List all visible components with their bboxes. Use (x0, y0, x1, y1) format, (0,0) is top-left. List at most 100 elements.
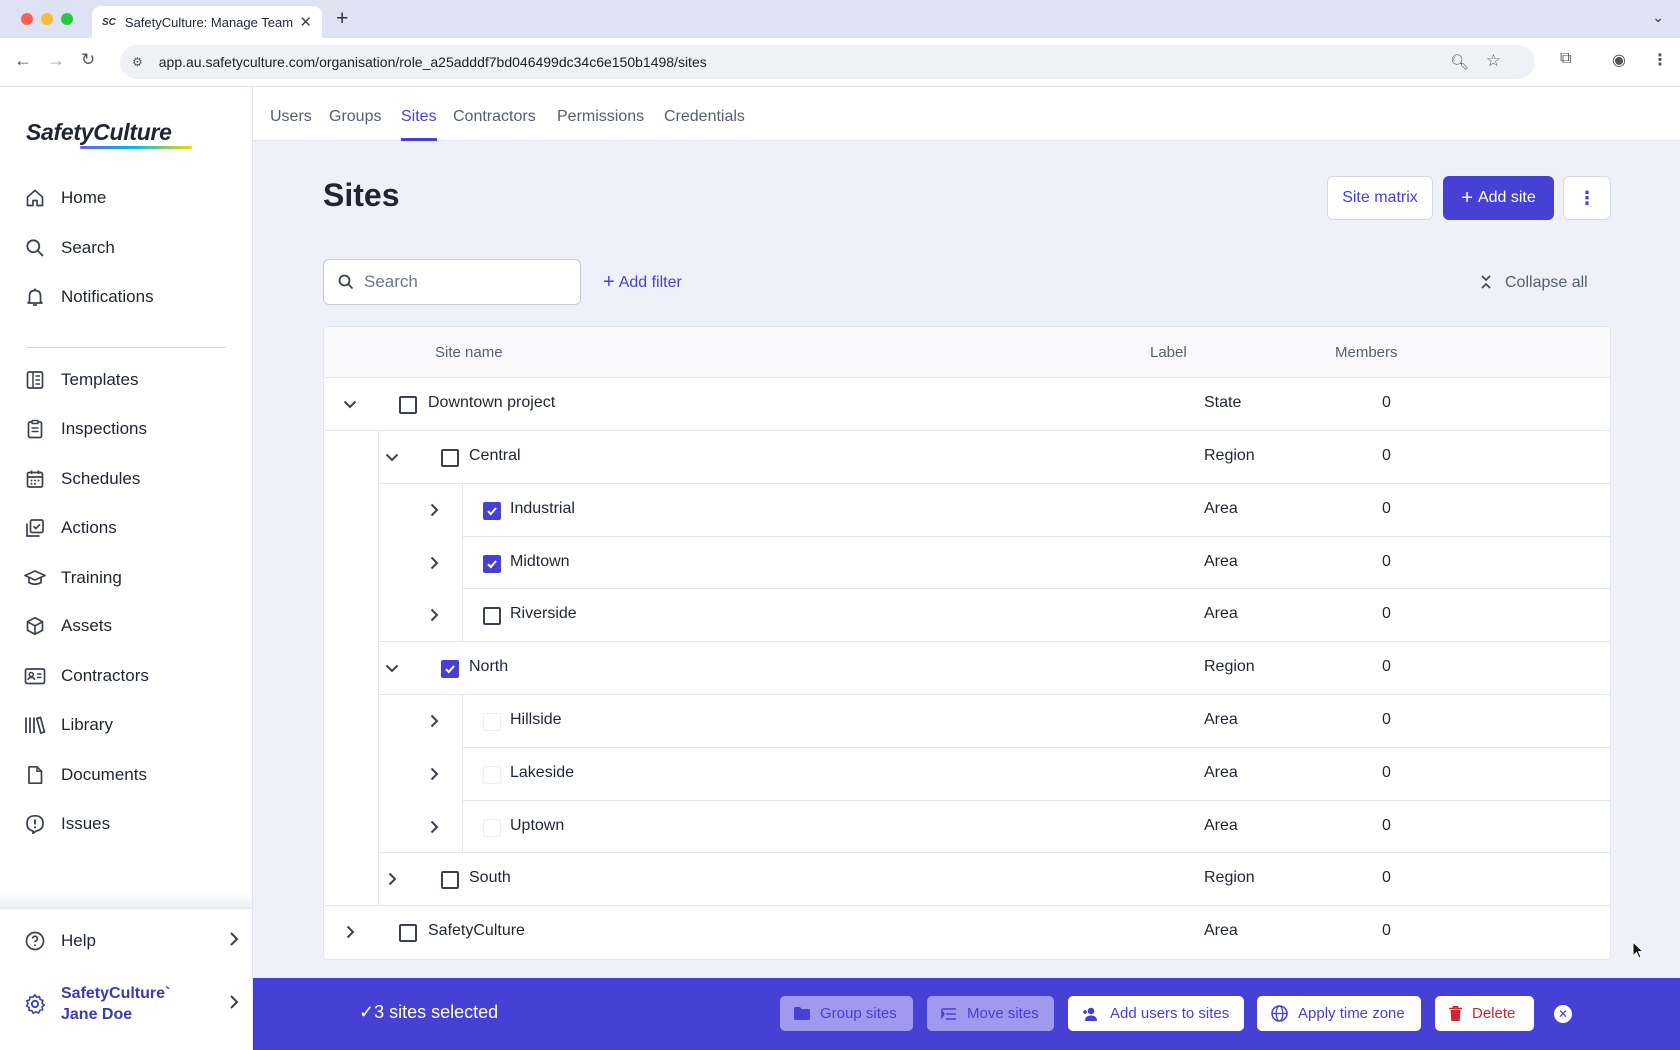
sidebar-item-issues[interactable]: Issues (24, 810, 110, 838)
reload-icon[interactable]: ↻ (81, 50, 95, 70)
sidebar-item-inspections[interactable]: Inspections (24, 415, 147, 443)
close-window-button[interactable] (21, 13, 33, 25)
site-name[interactable]: Lakeside (510, 764, 574, 782)
site-name[interactable]: Uptown (510, 817, 564, 835)
table-row[interactable]: North Region 0 (324, 642, 1610, 695)
row-checkbox-safetyculture[interactable] (399, 924, 417, 942)
new-tab-icon[interactable]: + (336, 7, 348, 31)
logo-underline (80, 146, 192, 149)
close-tab-icon[interactable]: ✕ (299, 13, 312, 31)
site-name[interactable]: Industrial (510, 500, 575, 518)
add-users-to-sites-button[interactable]: Add users to sites (1068, 996, 1244, 1031)
sidebar-item-home[interactable]: Home (24, 184, 106, 212)
table-row[interactable]: Central Region 0 (324, 431, 1610, 484)
url-field[interactable]: ⚙ app.au.safetyculture.com/organisation/… (120, 45, 1535, 79)
chevron-down-icon[interactable] (383, 659, 401, 677)
site-info-icon[interactable]: ⚙ (132, 55, 143, 69)
tab-groups[interactable]: Groups (329, 108, 381, 126)
tab-users[interactable]: Users (270, 108, 312, 126)
profile-icon[interactable]: ◉ (1612, 50, 1626, 70)
table-row[interactable]: Industrial Area 0 (324, 484, 1610, 537)
table-row[interactable]: Riverside Area 0 (324, 589, 1610, 642)
chevron-right-icon[interactable] (425, 765, 443, 783)
browser-tab[interactable]: SC SafetyCulture: Manage Teams ✕ (92, 6, 322, 38)
chevron-right-icon[interactable] (425, 501, 443, 519)
chevron-down-icon[interactable] (341, 395, 359, 413)
minimize-window-button[interactable] (41, 13, 53, 25)
table-row[interactable]: SafetyCulture Area 0 (324, 906, 1610, 959)
clear-selection-icon[interactable]: ✕ (1554, 1005, 1572, 1023)
tab-sites[interactable]: Sites (401, 108, 437, 126)
logo[interactable]: SafetyCulture (26, 119, 172, 146)
sidebar-item-help[interactable]: Help (24, 927, 239, 955)
row-checkbox-lakeside[interactable] (483, 766, 501, 784)
site-name[interactable]: Midtown (510, 553, 570, 571)
apply-time-zone-button[interactable]: Apply time zone (1257, 996, 1421, 1031)
chevron-right-icon[interactable] (425, 818, 443, 836)
row-checkbox-north[interactable] (441, 660, 459, 678)
chevron-right-icon[interactable] (425, 554, 443, 572)
tab-credentials[interactable]: Credentials (664, 108, 745, 126)
site-name[interactable]: Hillside (510, 711, 562, 729)
table-row[interactable]: Hillside Area 0 (324, 695, 1610, 748)
collapse-all-button[interactable]: Collapse all (1481, 274, 1588, 292)
more-options-button[interactable]: ⋮ (1563, 176, 1611, 220)
chevron-right-icon[interactable] (341, 923, 359, 941)
sidebar-item-actions[interactable]: Actions (24, 514, 117, 542)
sidebar-item-assets[interactable]: Assets (24, 612, 112, 640)
row-checkbox-riverside[interactable] (483, 607, 501, 625)
table-row[interactable]: Uptown Area 0 (324, 801, 1610, 853)
sidebar-item-contractors[interactable]: Contractors (24, 662, 149, 690)
tab-permissions[interactable]: Permissions (557, 108, 644, 126)
chevron-down-icon[interactable] (383, 448, 401, 466)
zoom-icon[interactable]: 🔍︎ (1450, 53, 1469, 71)
table-row[interactable]: South Region 0 (324, 853, 1610, 906)
maximize-window-button[interactable] (61, 13, 73, 25)
table-row[interactable]: Lakeside Area 0 (324, 748, 1610, 801)
row-checkbox-downtown-project[interactable] (399, 396, 417, 414)
row-checkbox-uptown[interactable] (483, 819, 501, 837)
add-user-icon (1082, 1007, 1100, 1021)
chevron-right-icon[interactable] (425, 606, 443, 624)
sidebar-item-schedules[interactable]: Schedules (24, 465, 140, 493)
row-checkbox-hillside[interactable] (483, 713, 501, 731)
column-header-site-name[interactable]: Site name (435, 344, 503, 361)
chevron-right-icon[interactable] (383, 870, 401, 888)
table-row[interactable]: Midtown Area 0 (324, 537, 1610, 589)
delete-button[interactable]: Delete (1435, 996, 1534, 1031)
sidebar-item-search[interactable]: Search (24, 234, 115, 262)
sidebar-item-library[interactable]: Library (24, 711, 113, 739)
chevron-right-icon[interactable] (425, 712, 443, 730)
back-icon[interactable]: ← (14, 50, 32, 71)
move-sites-button[interactable]: Move sites (927, 996, 1054, 1031)
site-name[interactable]: North (469, 658, 508, 676)
bookmark-star-icon[interactable]: ☆ (1486, 51, 1501, 71)
sidebar-item-notifications[interactable]: Notifications (24, 283, 154, 311)
row-checkbox-industrial[interactable] (483, 502, 501, 520)
org-switcher[interactable]: SafetyCulture` Jane Doe (24, 981, 239, 1027)
browser-menu-icon[interactable]: ⋮ (1652, 50, 1668, 70)
sidebar-item-templates[interactable]: Templates (24, 366, 138, 394)
add-site-button[interactable]: + Add site (1443, 176, 1554, 220)
tab-search-chevron-icon[interactable]: ⌄ (1652, 9, 1664, 26)
column-header-label[interactable]: Label (1150, 344, 1187, 361)
site-name[interactable]: Downtown project (428, 394, 555, 412)
sidebar-item-training[interactable]: Training (24, 564, 122, 592)
site-name[interactable]: SafetyCulture (428, 922, 525, 940)
table-row[interactable]: Downtown project State 0 (324, 378, 1610, 431)
site-name[interactable]: Riverside (510, 605, 577, 623)
row-checkbox-midtown[interactable] (483, 555, 501, 573)
site-name[interactable]: Central (469, 447, 521, 465)
site-matrix-button[interactable]: Site matrix (1327, 176, 1433, 220)
search-input[interactable]: Search (323, 259, 581, 305)
tab-contractors[interactable]: Contractors (453, 108, 536, 126)
group-sites-button[interactable]: Group sites (780, 996, 913, 1031)
row-checkbox-south[interactable] (441, 871, 459, 889)
extensions-icon[interactable]: ⧉ (1560, 50, 1571, 68)
column-header-members[interactable]: Members (1335, 344, 1398, 361)
site-name[interactable]: South (469, 869, 511, 887)
forward-icon[interactable]: → (47, 50, 65, 71)
row-checkbox-central[interactable] (441, 449, 459, 467)
sidebar-item-documents[interactable]: Documents (24, 761, 147, 789)
add-filter-button[interactable]: + Add filter (603, 271, 682, 294)
